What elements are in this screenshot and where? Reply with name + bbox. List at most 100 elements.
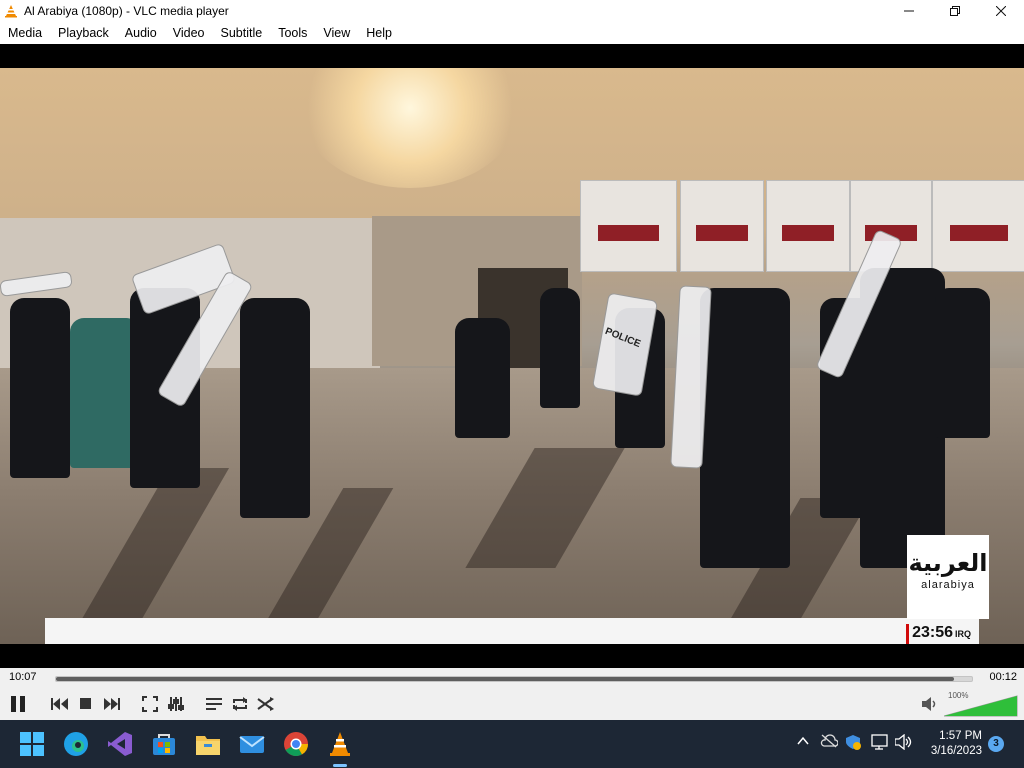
fullscreen-icon <box>142 696 158 712</box>
person-figure <box>10 298 70 478</box>
tray-onedrive[interactable] <box>820 734 839 753</box>
remaining-time[interactable]: 00:12 <box>989 671 1017 683</box>
taskbar-edge[interactable] <box>60 728 92 760</box>
channel-logo-latin: alarabiya <box>921 579 975 591</box>
concrete-barrier <box>580 180 677 272</box>
loop-icon <box>233 697 247 711</box>
pause-icon <box>11 696 25 712</box>
stop-button[interactable] <box>73 692 99 716</box>
start-icon <box>20 732 44 756</box>
next-button[interactable] <box>99 692 125 716</box>
menu-view[interactable]: View <box>315 22 358 44</box>
taskbar-mail[interactable] <box>236 728 268 760</box>
pause-button[interactable] <box>5 692 31 716</box>
concrete-barrier <box>680 180 764 272</box>
mail-icon <box>239 736 265 753</box>
person-figure <box>700 288 790 568</box>
menu-audio[interactable]: Audio <box>117 22 165 44</box>
mute-button[interactable] <box>922 697 938 716</box>
broadcast-clock: 23:56 IRQ <box>912 624 971 642</box>
vlc-icon <box>5 5 17 18</box>
tray-network[interactable] <box>871 734 889 755</box>
clock-zone: IRQ <box>954 629 971 639</box>
restore-icon <box>950 6 960 16</box>
maximize-button[interactable] <box>932 0 978 22</box>
visual-studio-icon <box>108 732 132 756</box>
notification-badge[interactable]: 3 <box>988 736 1004 752</box>
file-explorer-icon <box>196 736 220 755</box>
clock-time: 23:56 <box>912 624 953 641</box>
chrome-icon <box>284 732 308 757</box>
active-app-indicator <box>333 764 347 767</box>
concrete-barrier <box>932 180 1024 272</box>
minimize-icon <box>904 10 914 12</box>
person-figure <box>240 298 310 518</box>
video-frame: POLICE 23:56 IRQ العربية alarabiya <box>0 68 1024 644</box>
stop-icon <box>80 698 91 709</box>
previous-icon <box>51 698 68 710</box>
volume-slider[interactable] <box>944 695 1019 717</box>
fullscreen-button[interactable] <box>137 692 163 716</box>
close-icon <box>996 6 1006 16</box>
extended-settings-button[interactable] <box>163 692 189 716</box>
show-hidden-icons-button[interactable] <box>796 734 810 753</box>
menu-subtitle[interactable]: Subtitle <box>213 22 271 44</box>
tray-security[interactable] <box>845 734 861 755</box>
menu-media[interactable]: Media <box>0 22 50 44</box>
network-icon <box>871 734 888 750</box>
seek-slider[interactable] <box>55 676 973 682</box>
edge-icon <box>64 732 88 756</box>
taskbar-chrome[interactable] <box>280 728 312 760</box>
minimize-button[interactable] <box>886 0 932 22</box>
sun-glare <box>300 68 520 188</box>
playback-controls: 100% <box>0 688 1024 720</box>
video-area[interactable]: POLICE 23:56 IRQ العربية alarabiya <box>0 44 1024 668</box>
menu-playback[interactable]: Playback <box>50 22 117 44</box>
taskbar-file-explorer[interactable] <box>192 728 224 760</box>
channel-logo: العربية alarabiya <box>907 535 989 619</box>
taskbar-vlc[interactable] <box>324 728 356 760</box>
start-button[interactable] <box>16 728 48 760</box>
window-title: Al Arabiya (1080p) - VLC media player <box>24 4 229 18</box>
close-button[interactable] <box>978 0 1024 22</box>
menu-bar: Media Playback Audio Video Subtitle Tool… <box>0 22 1024 44</box>
taskbar-store[interactable] <box>148 728 180 760</box>
taskbar-visual-studio[interactable] <box>104 728 136 760</box>
seek-row: 10:07 00:12 <box>0 668 1024 688</box>
person-figure <box>860 268 945 568</box>
shuffle-button[interactable] <box>253 692 279 716</box>
previous-button[interactable] <box>47 692 73 716</box>
channel-logo-arabic: العربية <box>908 549 988 577</box>
next-icon <box>104 698 120 710</box>
menu-tools[interactable]: Tools <box>270 22 315 44</box>
menu-help[interactable]: Help <box>358 22 400 44</box>
store-icon <box>153 734 175 755</box>
news-ticker: 23:56 IRQ <box>45 618 979 644</box>
tray-volume[interactable] <box>894 733 913 755</box>
title-bar: Al Arabiya (1080p) - VLC media player <box>0 0 1024 22</box>
speaker-icon <box>894 733 912 751</box>
clock-time-text: 1:57 PM <box>939 730 982 742</box>
playlist-icon <box>206 698 222 710</box>
equalizer-icon <box>168 697 184 711</box>
person-figure <box>455 318 510 438</box>
shield-warning-icon <box>846 735 861 750</box>
clock-date-text: 3/16/2023 <box>930 745 982 757</box>
cloud-off-icon <box>820 734 839 748</box>
elapsed-time: 10:07 <box>9 671 37 683</box>
playlist-button[interactable] <box>201 692 227 716</box>
taskbar: 1:57 PM 3/16/2023 3 <box>0 720 1024 768</box>
person-figure <box>540 288 580 408</box>
shield-label: POLICE <box>603 325 643 351</box>
seek-progress <box>56 677 954 681</box>
concrete-barrier <box>766 180 850 272</box>
vlc-icon <box>330 732 350 756</box>
speaker-icon <box>922 697 936 711</box>
chevron-up-icon <box>797 736 809 745</box>
loop-button[interactable] <box>227 692 253 716</box>
menu-video[interactable]: Video <box>165 22 213 44</box>
person-figure <box>935 288 990 438</box>
taskbar-clock[interactable]: 1:57 PM 3/16/2023 <box>926 729 982 759</box>
ticker-divider <box>906 624 909 644</box>
shuffle-icon <box>257 697 274 711</box>
